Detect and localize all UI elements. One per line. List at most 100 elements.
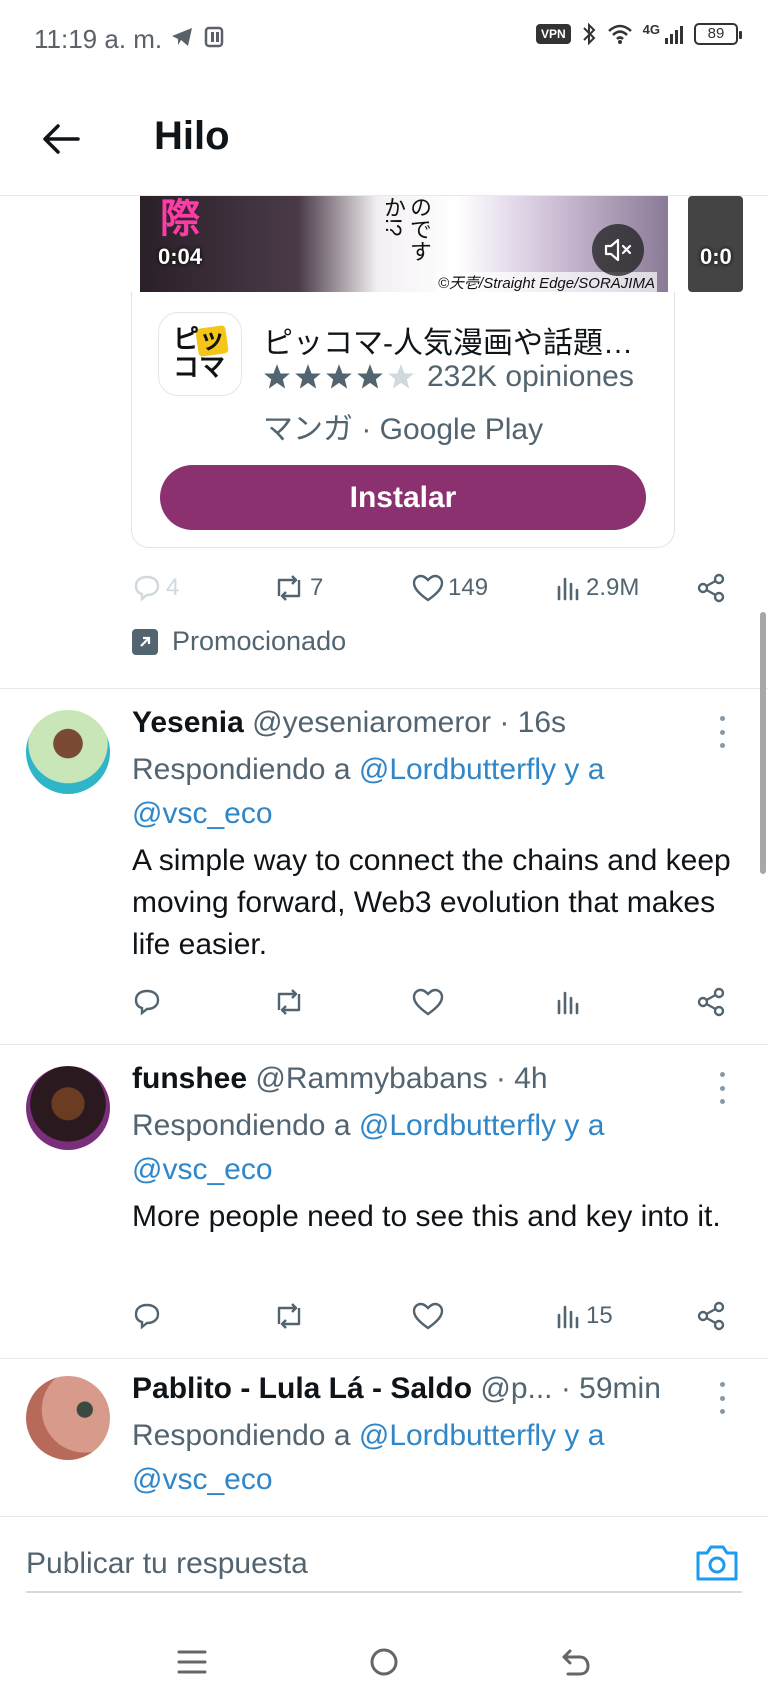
repost-icon — [277, 1303, 301, 1329]
install-button[interactable]: Instalar — [160, 465, 646, 530]
reply-button[interactable] — [132, 1302, 162, 1330]
tweet[interactable]: Yesenia @yeseniaromeror · 16s Respondien… — [0, 688, 768, 1044]
replying-to: Respondiendo a @Lordbutterfly y a @vsc_e… — [132, 1414, 604, 1502]
like-button[interactable] — [412, 988, 444, 1016]
star-icon — [326, 364, 352, 389]
author-handle[interactable]: @Rammybabans · 4h — [255, 1062, 547, 1095]
share-icon — [697, 1301, 725, 1331]
reply-button[interactable] — [132, 988, 162, 1016]
repost-icon — [277, 989, 301, 1015]
share-button[interactable] — [696, 987, 726, 1017]
tweet-text: More people need to see this and key int… — [132, 1200, 721, 1233]
bluetooth-icon — [582, 22, 596, 46]
tweet-actions: 15 — [132, 1294, 742, 1338]
video-overlay-kanji: 際 — [160, 197, 200, 241]
home-circle-icon — [370, 1648, 398, 1676]
author-name[interactable]: Pablito - Lula Lá - Saldo — [132, 1372, 472, 1405]
ad-video-next[interactable]: 0:0 — [688, 196, 743, 292]
views-button[interactable] — [556, 989, 586, 1015]
repost-count: 7 — [310, 574, 324, 601]
mention-link[interactable]: @vsc_eco — [132, 1463, 273, 1496]
recents-button[interactable] — [172, 1642, 212, 1682]
avatar[interactable] — [26, 710, 110, 794]
mention-link[interactable]: @Lordbutterfly y a — [359, 1109, 605, 1142]
app-logo-text: ピッコマ — [173, 324, 226, 382]
author-name[interactable]: funshee — [132, 1062, 247, 1095]
rating-stars — [263, 363, 415, 391]
views-button[interactable]: 15 — [556, 1302, 613, 1330]
reply-icon — [134, 575, 160, 602]
telegram-icon — [172, 28, 192, 46]
ad-video[interactable]: 際 のですか!? 0:04 ©天壱/Straight Edge/SORAJIMA — [140, 196, 668, 292]
back-nav-icon — [562, 1649, 590, 1676]
signal-icon — [665, 26, 683, 44]
author-handle[interactable]: @yeseniaromeror · 16s — [252, 706, 566, 739]
author-handle[interactable]: @p... · 59min — [480, 1372, 661, 1405]
ad-action-row: 4 7 149 2.9M — [132, 566, 742, 610]
repost-button[interactable] — [272, 988, 306, 1016]
replying-to: Respondiendo a @Lordbutterfly y a @vsc_e… — [132, 1104, 604, 1192]
app-notification-icon — [204, 26, 224, 48]
reply-icon — [134, 1303, 160, 1330]
mention-link[interactable]: @Lordbutterfly y a — [359, 753, 605, 786]
menu-icon — [177, 1650, 207, 1674]
app-reviews: 232K opiniones — [427, 360, 634, 393]
star-icon — [357, 364, 383, 389]
star-icon — [295, 364, 321, 389]
notification-icons — [170, 26, 224, 48]
scrollbar[interactable] — [760, 612, 766, 874]
share-button[interactable] — [696, 1301, 726, 1331]
share-icon — [697, 987, 725, 1017]
author-name[interactable]: Yesenia — [132, 706, 244, 739]
repost-button[interactable] — [272, 1302, 306, 1330]
mute-button[interactable] — [592, 224, 644, 276]
replying-to: Respondiendo a @Lordbutterfly y a @vsc_e… — [132, 748, 604, 836]
avatar[interactable] — [26, 1376, 110, 1460]
tweet-header: Pablito - Lula Lá - Saldo @p... · 59min — [132, 1372, 661, 1406]
analytics-icon — [557, 1305, 579, 1329]
like-button[interactable]: 149 — [412, 574, 488, 602]
like-count: 149 — [448, 574, 489, 601]
replying-prefix: Respondiendo a — [132, 1419, 351, 1452]
reply-icon — [134, 989, 160, 1016]
mention-link[interactable]: @vsc_eco — [132, 1153, 273, 1186]
video-overlay-text: のですか!? — [381, 196, 432, 262]
reply-composer: Publicar tu respuesta — [0, 1516, 768, 1612]
star-empty-icon — [388, 364, 414, 389]
system-nav-bar — [0, 1612, 768, 1707]
page-title: Hilo — [154, 114, 230, 158]
camera-button[interactable] — [694, 1543, 740, 1583]
app-rating: 232K opiniones — [263, 360, 634, 394]
tweet-header: Yesenia @yeseniaromeror · 16s — [132, 706, 566, 740]
tweet[interactable]: funshee @Rammybabans · 4h Respondiendo a… — [0, 1044, 768, 1358]
volume-mute-icon — [604, 238, 632, 262]
replying-prefix: Respondiendo a — [132, 753, 351, 786]
mention-link[interactable]: @Lordbutterfly y a — [359, 1419, 605, 1452]
app-name: ピッコマ-人気漫画や話題… — [263, 327, 633, 360]
network-type: 4G — [642, 21, 660, 37]
app-install-card[interactable]: ピッコマ ピッコマ-人気漫画や話題… 232K opiniones マンガ · … — [131, 292, 675, 548]
reply-input[interactable]: Publicar tu respuesta — [26, 1537, 742, 1593]
status-bar: 11:19 a. m. VPN 4G 89 — [0, 0, 768, 78]
home-button[interactable] — [364, 1642, 404, 1682]
app-logo: ピッコマ — [158, 312, 242, 396]
back-nav-button[interactable] — [556, 1642, 596, 1682]
reply-button[interactable]: 4 — [132, 574, 179, 602]
like-button[interactable] — [412, 1302, 444, 1330]
tweet-actions — [132, 980, 742, 1024]
mention-link[interactable]: @vsc_eco — [132, 797, 273, 830]
promoted-arrow-icon — [132, 628, 158, 655]
views-button[interactable]: 2.9M — [556, 574, 639, 602]
more-options-button[interactable] — [716, 1072, 728, 1104]
more-options-button[interactable] — [716, 1382, 728, 1414]
tweet[interactable]: Pablito - Lula Lá - Saldo @p... · 59min … — [0, 1358, 768, 1516]
video-duration-next: 0:0 — [700, 244, 732, 269]
video-duration: 0:04 — [158, 244, 203, 269]
views-count: 15 — [586, 1302, 613, 1329]
avatar[interactable] — [26, 1066, 110, 1150]
share-button[interactable] — [696, 573, 726, 603]
back-button[interactable] — [36, 114, 86, 164]
ad-media-carousel[interactable]: 際 のですか!? 0:04 ©天壱/Straight Edge/SORAJIMA… — [140, 196, 743, 292]
repost-button[interactable]: 7 — [272, 574, 323, 602]
more-options-button[interactable] — [716, 716, 728, 748]
